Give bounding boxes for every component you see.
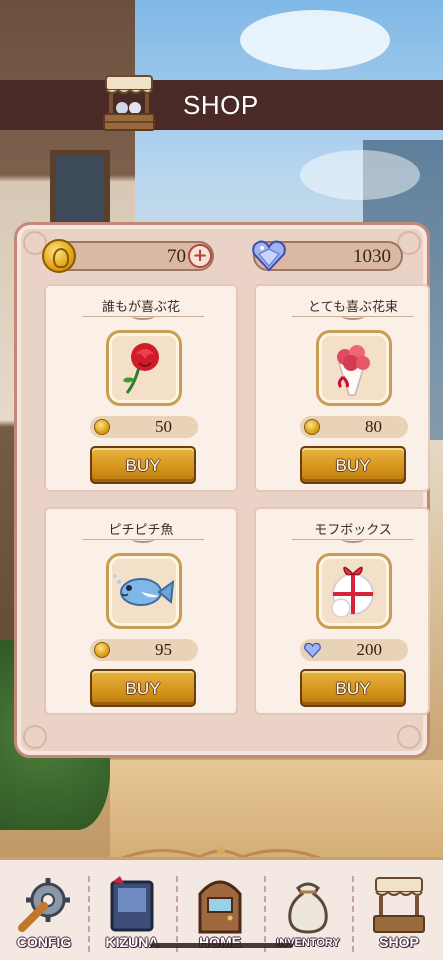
price-bar: 80	[300, 416, 408, 438]
blue-heart-gem-icon	[252, 240, 286, 272]
shop-item-card: とても喜ぶ花束 80 BUY	[254, 284, 430, 492]
shop-stall-icon	[103, 75, 155, 131]
price-value: 50	[155, 417, 172, 436]
nav-separator	[352, 876, 354, 952]
divider-ornament	[342, 313, 364, 320]
shop-panel: 70 + 1030 誰もが喜ぶ花 50 BUY とても喜ぶ花束 80 BUY ピ…	[14, 222, 430, 758]
gold-coin-icon	[94, 419, 110, 435]
red-rose-icon	[123, 343, 159, 394]
divider-ornament	[132, 536, 154, 543]
buy-button-label: BUY	[125, 456, 161, 475]
plus-icon: +	[192, 245, 208, 266]
background-cloud	[240, 10, 390, 70]
background-cloud	[300, 150, 420, 200]
gold-coin-icon	[42, 239, 76, 273]
item-image-frame	[106, 553, 182, 629]
price-bar: 95	[90, 639, 198, 661]
fish-icon	[113, 574, 175, 606]
price-bar: 50	[90, 416, 198, 438]
flower-bouquet-icon	[337, 345, 370, 396]
shop-item-card: ピチピチ魚 95 BUY	[44, 507, 238, 715]
coin-balance: 70 +	[42, 239, 214, 273]
shop-header-bar: SHOP	[0, 80, 443, 130]
blue-heart-gem-icon	[304, 642, 321, 658]
add-coins-button[interactable]: +	[188, 244, 212, 268]
item-image-frame	[316, 330, 392, 406]
buy-button-label: BUY	[125, 679, 161, 698]
nav-item-shop[interactable]: SHOP	[355, 860, 443, 960]
divider-ornament	[132, 313, 154, 320]
fluffy-gift-box-icon	[331, 566, 374, 618]
nav-item-config[interactable]: CONFIG	[0, 860, 88, 960]
buy-button[interactable]: BUY	[90, 446, 196, 484]
panel-corner-ornament	[23, 725, 47, 749]
item-image-frame	[316, 553, 392, 629]
gold-coin-icon	[94, 642, 110, 658]
buy-button[interactable]: BUY	[90, 669, 196, 707]
price-value: 80	[365, 417, 382, 436]
background-window	[50, 150, 110, 230]
panel-corner-ornament	[397, 725, 421, 749]
divider-ornament	[342, 536, 364, 543]
nav-label: CONFIG	[16, 934, 72, 950]
page-title: SHOP	[183, 90, 259, 120]
door-icon	[198, 880, 242, 934]
shop-item-card: 誰もが喜ぶ花 50 BUY	[44, 284, 238, 492]
buy-button[interactable]: BUY	[300, 669, 406, 707]
coin-balance-value: 70	[167, 246, 186, 267]
gem-balance: 1030	[252, 240, 403, 272]
buy-button-label: BUY	[335, 456, 371, 475]
item-image-frame	[106, 330, 182, 406]
shop-item-card: モフボックス 200 BUY	[254, 507, 430, 715]
nav-label: SHOP	[379, 934, 419, 950]
price-value: 95	[155, 640, 172, 659]
buy-button-label: BUY	[335, 679, 371, 698]
book-icon	[110, 876, 154, 932]
price-value: 200	[356, 640, 383, 659]
price-bar: 200	[300, 639, 408, 661]
buy-button[interactable]: BUY	[300, 446, 406, 484]
gear-wrench-icon	[18, 878, 70, 932]
gem-balance-value: 1030	[353, 246, 391, 267]
gold-coin-icon	[304, 419, 320, 435]
home-indicator[interactable]	[150, 943, 293, 948]
sack-icon	[288, 882, 328, 934]
shop-stall-icon	[373, 877, 425, 933]
